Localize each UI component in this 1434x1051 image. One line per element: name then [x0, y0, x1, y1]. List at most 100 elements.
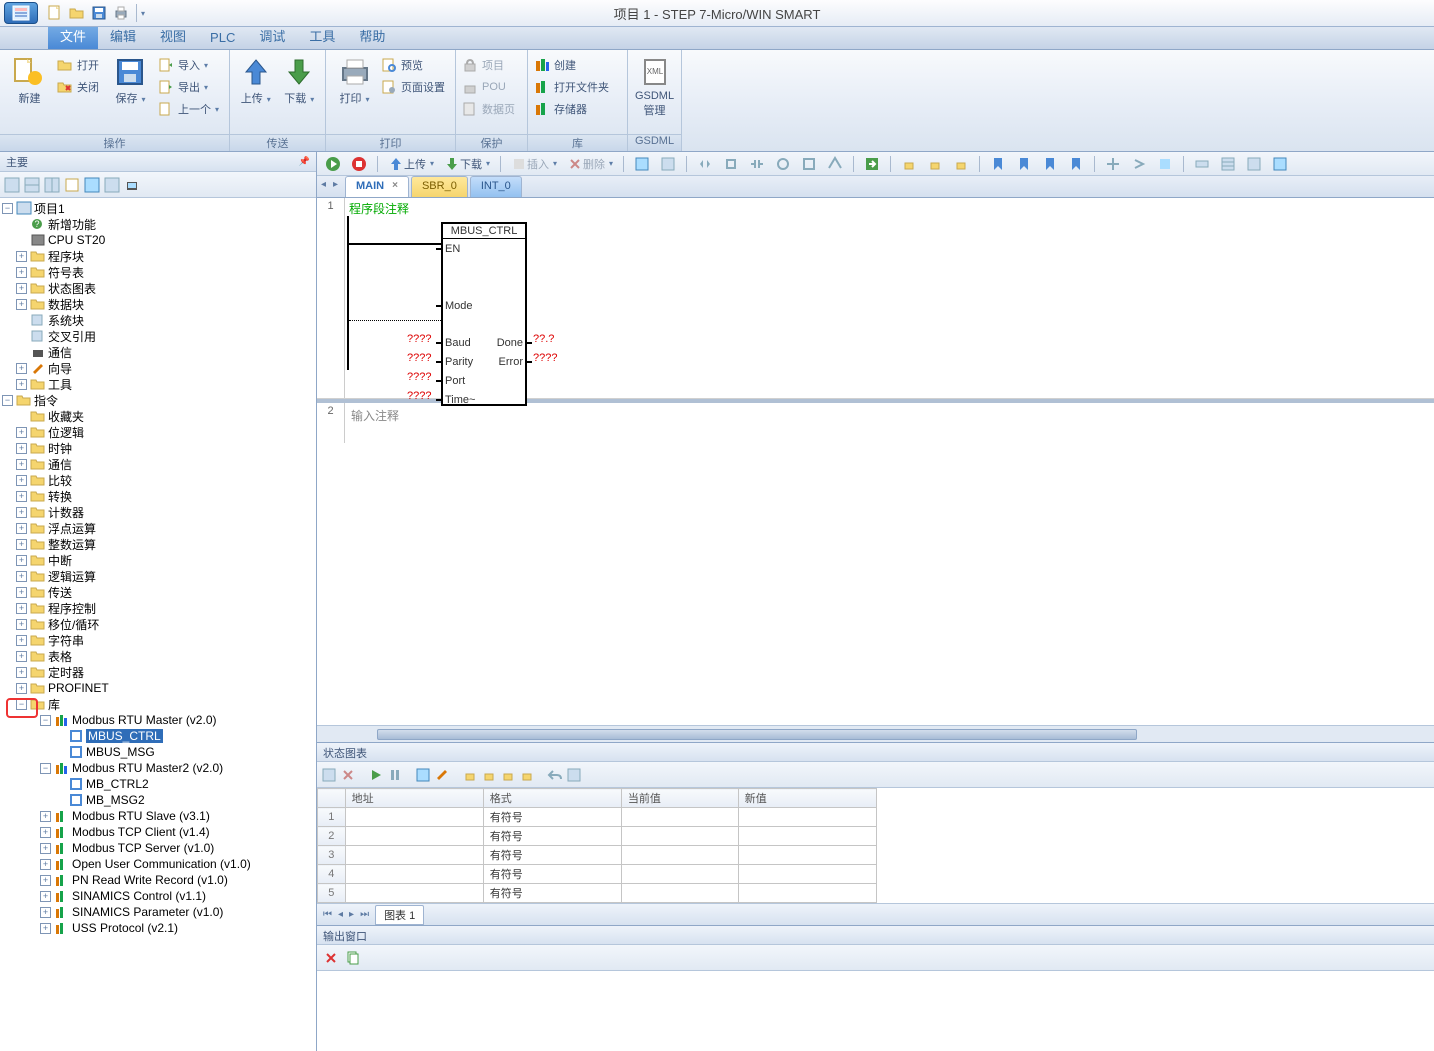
tree-convert[interactable]: +转换 [0, 488, 316, 504]
tree-fav[interactable]: 收藏夹 [0, 408, 316, 424]
tb-ic6[interactable] [771, 154, 795, 174]
sc-pause-icon[interactable] [387, 767, 403, 783]
tree-instr[interactable]: −指令 [0, 392, 316, 408]
param-parity[interactable]: ???? [407, 352, 431, 364]
statuschart-grid[interactable]: 地址格式当前值新值 1有符号 2有符号 3有符号 4有符号 5有符号 [317, 788, 1434, 903]
sc-lock3-icon[interactable] [500, 767, 516, 783]
lib-memory-button[interactable]: 存储器 [532, 98, 615, 120]
tree-wizard[interactable]: +向导 [0, 360, 316, 376]
save-icon[interactable] [91, 5, 107, 21]
tb-bm4[interactable] [1064, 154, 1088, 174]
download-button[interactable]: 下载 [278, 52, 322, 106]
tree-statchart[interactable]: +状态图表 [0, 280, 316, 296]
sc-view-icon[interactable] [415, 767, 431, 783]
view3-icon[interactable] [44, 177, 60, 193]
nav-first-icon[interactable]: ⏮ [323, 909, 332, 920]
tree-string[interactable]: +字符串 [0, 632, 316, 648]
tb-lock3[interactable] [949, 154, 973, 174]
tab-scroll-right-icon[interactable]: ▸ [333, 179, 343, 190]
gsdml-button[interactable]: XMLGSDML管理 [632, 52, 677, 118]
tb-ic2[interactable] [656, 154, 680, 174]
tab-sbr0[interactable]: SBR_0 [411, 176, 468, 197]
tb-y2[interactable] [1216, 154, 1240, 174]
view2-icon[interactable] [24, 177, 40, 193]
param-done[interactable]: ??.? [533, 333, 554, 345]
tree-integer[interactable]: +整数运算 [0, 536, 316, 552]
tb-upload-button[interactable]: 上传 [384, 154, 438, 174]
print-icon[interactable] [113, 5, 129, 21]
param-error[interactable]: ???? [533, 352, 557, 364]
param-time[interactable]: ???? [407, 390, 431, 402]
tb-ic7[interactable] [797, 154, 821, 174]
param-port[interactable]: ???? [407, 371, 431, 383]
tree-counter[interactable]: +计数器 [0, 504, 316, 520]
project-tree[interactable]: −项目1 ?新增功能 CPU ST20 +程序块 +符号表 +状态图表 +数据块… [0, 198, 316, 1051]
tb-y3[interactable] [1242, 154, 1266, 174]
ladder-editor[interactable]: 1 程序段注释 MBUS_CTRL EN Mode BaudDone Parit [317, 198, 1434, 725]
close-tab-icon[interactable]: × [392, 180, 398, 197]
sc-lock2-icon[interactable] [481, 767, 497, 783]
pou-protect-button[interactable]: POU [460, 76, 521, 98]
tb-ic1[interactable] [630, 154, 654, 174]
print-button[interactable]: 打印 [330, 52, 379, 106]
tree-xfer[interactable]: +传送 [0, 584, 316, 600]
network-1[interactable]: 1 程序段注释 MBUS_CTRL EN Mode BaudDone Parit [317, 198, 1434, 399]
tree-tcp-client[interactable]: +Modbus TCP Client (v1.4) [0, 824, 316, 840]
lib-create-button[interactable]: 创建 [532, 54, 615, 76]
tree-mbus-ctrl[interactable]: MBUS_CTRL [0, 728, 316, 744]
sc-lock4-icon[interactable] [519, 767, 535, 783]
preview-button[interactable]: 预览 [379, 54, 451, 76]
app-menu-button[interactable] [4, 2, 38, 24]
tree-profinet[interactable]: +PROFINET [0, 680, 316, 696]
tree-project[interactable]: −项目1 [0, 200, 316, 216]
sc-lock1-icon[interactable] [462, 767, 478, 783]
tree-compare[interactable]: +比较 [0, 472, 316, 488]
network-comment-placeholder[interactable]: 输入注释 [345, 403, 1434, 428]
tab-plc[interactable]: PLC [198, 27, 247, 49]
tb-download-button[interactable]: 下载 [440, 154, 494, 174]
qat-customize-icon[interactable]: ▾ [141, 9, 145, 18]
open-button[interactable]: 打开 [55, 54, 105, 76]
tree-newfeature[interactable]: ?新增功能 [0, 216, 316, 232]
tree-bitlogic[interactable]: +位逻辑 [0, 424, 316, 440]
param-baud[interactable]: ???? [407, 333, 431, 345]
new-button[interactable]: 新建 [4, 52, 55, 106]
scrollbar-thumb[interactable] [377, 729, 1137, 740]
tree-float[interactable]: +浮点运算 [0, 520, 316, 536]
tb-bm3[interactable] [1038, 154, 1062, 174]
tree-logic[interactable]: +逻辑运算 [0, 568, 316, 584]
nav-next-icon[interactable]: ▸ [349, 909, 354, 920]
tree-lib[interactable]: −库 [0, 696, 316, 712]
open-icon[interactable] [69, 5, 85, 21]
view7-icon[interactable] [124, 177, 140, 193]
datapage-button[interactable]: 数据页 [460, 98, 521, 120]
close-button[interactable]: 关闭 [55, 76, 105, 98]
tb-go[interactable] [860, 154, 884, 174]
view4-icon[interactable] [64, 177, 80, 193]
tree-sina-ctrl[interactable]: +SINAMICS Control (v1.1) [0, 888, 316, 904]
tb-lock1[interactable] [897, 154, 921, 174]
tree-pnrw[interactable]: +PN Read Write Record (v1.0) [0, 872, 316, 888]
tree-rtu-master2[interactable]: −Modbus RTU Master2 (v2.0) [0, 760, 316, 776]
sc-edit-icon[interactable] [434, 767, 450, 783]
tree-table[interactable]: +表格 [0, 648, 316, 664]
tree-cpu[interactable]: CPU ST20 [0, 232, 316, 248]
tb-ic4[interactable] [719, 154, 743, 174]
tb-y1[interactable] [1190, 154, 1214, 174]
new-icon[interactable] [47, 5, 63, 21]
nav-prev-icon[interactable]: ◂ [338, 909, 343, 920]
tree-progblk[interactable]: +程序块 [0, 248, 316, 264]
sc-del-icon[interactable] [340, 767, 356, 783]
tree-timer[interactable]: +定时器 [0, 664, 316, 680]
tree-comm2[interactable]: +通信 [0, 456, 316, 472]
tree-tools[interactable]: +工具 [0, 376, 316, 392]
insert-button[interactable]: 插入 [507, 154, 561, 174]
tree-uss[interactable]: +USS Protocol (v2.1) [0, 920, 316, 936]
view5-icon[interactable] [84, 177, 100, 193]
network-comment[interactable]: 程序段注释 [345, 198, 1434, 219]
pin-icon[interactable]: 📌 [299, 156, 310, 167]
tree-xref[interactable]: 交叉引用 [0, 328, 316, 344]
h-scrollbar[interactable] [317, 725, 1434, 742]
tb-ic3[interactable] [693, 154, 717, 174]
tree-rtu-master[interactable]: −Modbus RTU Master (v2.0) [0, 712, 316, 728]
